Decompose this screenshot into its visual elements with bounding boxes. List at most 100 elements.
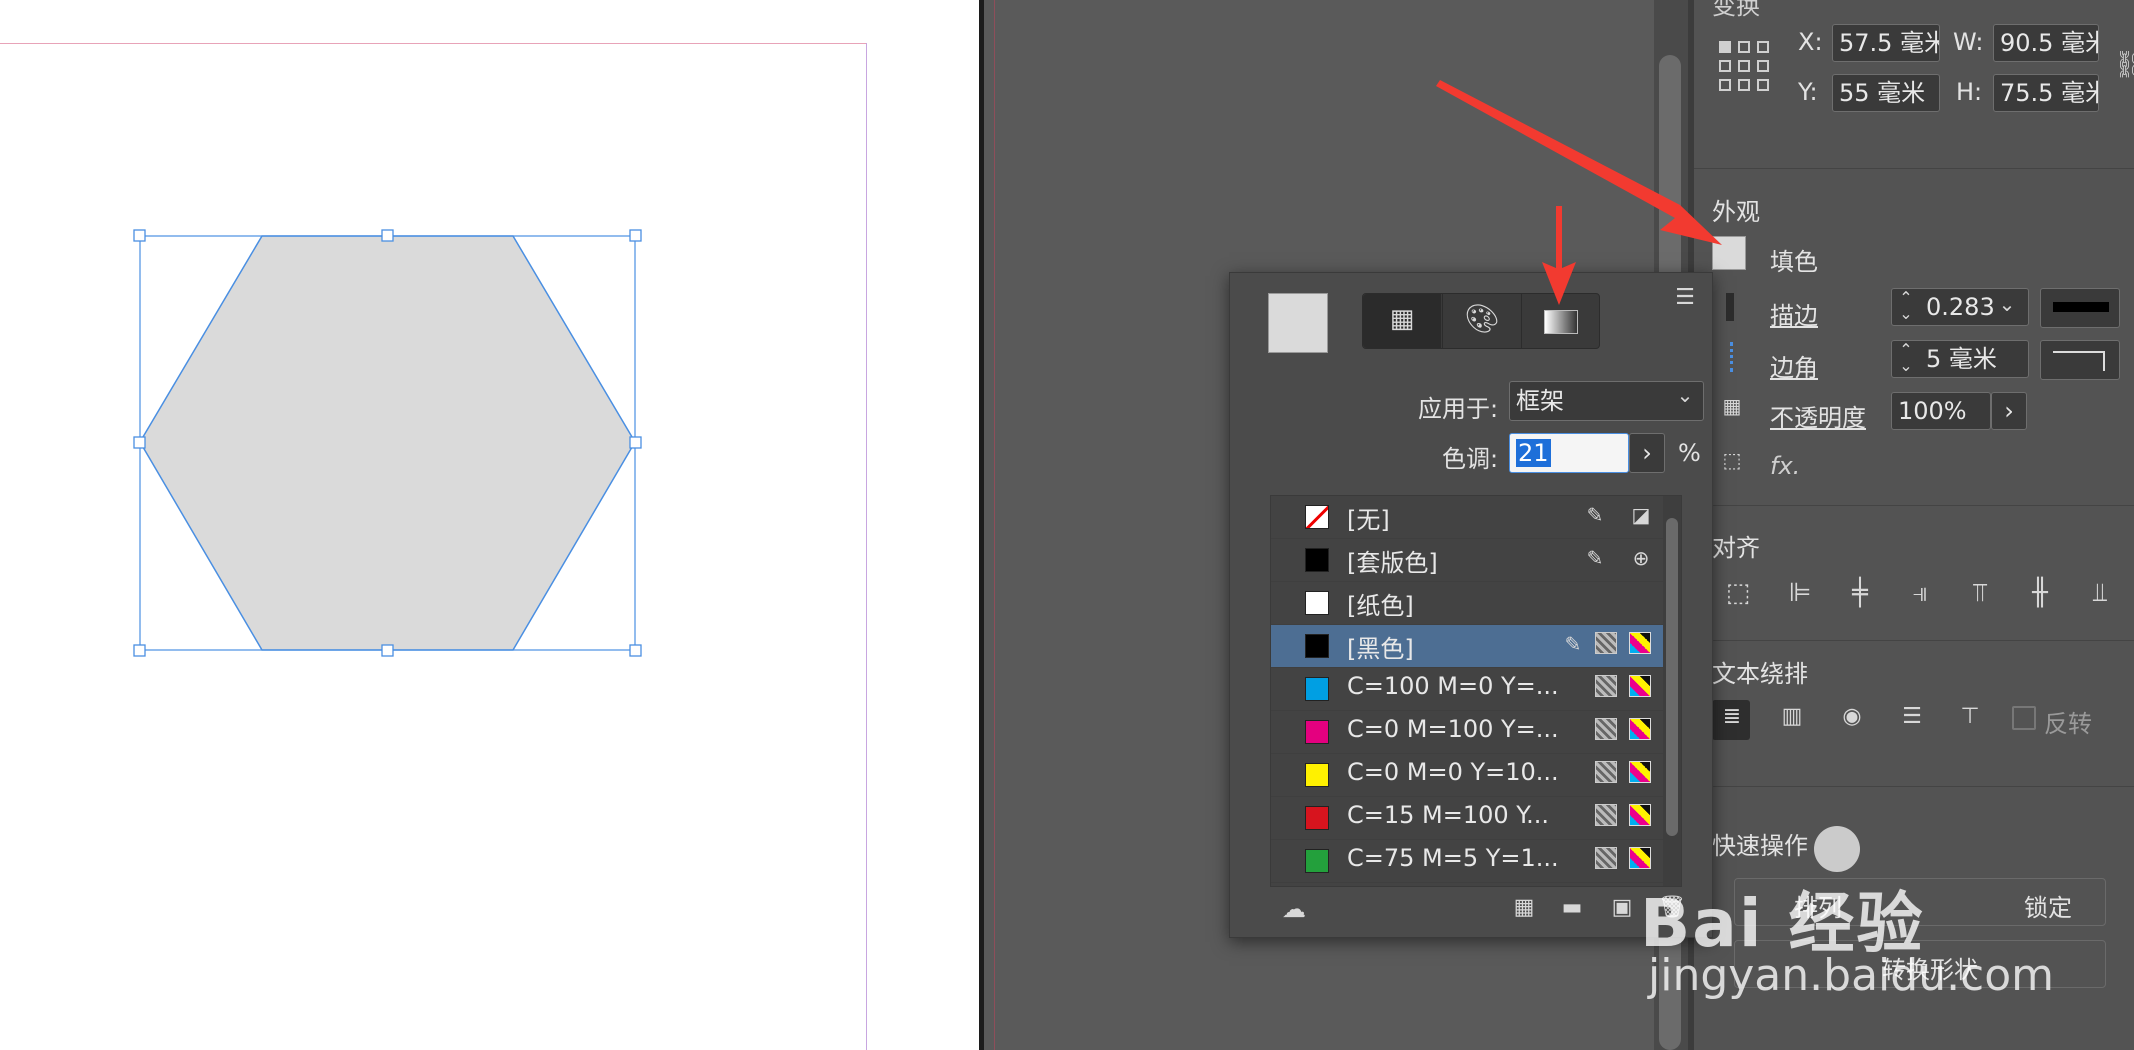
tint-field[interactable]: 21 — [1509, 433, 1629, 473]
swatch-row-cyan[interactable]: C=100 M=0 Y=... — [1271, 668, 1671, 711]
corner-label[interactable]: 边角 — [1770, 348, 1818, 383]
constrain-proportions-icon[interactable]: ⛓ — [2114, 50, 2134, 80]
gradient-tab[interactable] — [1521, 294, 1600, 348]
swatch-name: C=0 M=100 Y=... — [1347, 715, 1559, 743]
tint-label: 色调: — [1442, 445, 1499, 473]
jump-object-icon[interactable]: ☰ — [1896, 704, 1928, 729]
opacity-label[interactable]: 不透明度 — [1770, 398, 1866, 433]
swatch-row-green[interactable]: C=75 M=5 Y=1... — [1271, 840, 1671, 883]
align-bottom-icon[interactable]: ⫫ — [2084, 578, 2116, 609]
registration-swatch-chip — [1305, 548, 1329, 572]
show-swatch-views-icon[interactable]: ▦ — [1508, 895, 1540, 920]
transform-section-title: 变换 — [1712, 0, 1760, 20]
align-to-selection-icon[interactable]: ⬚ — [1722, 578, 1754, 608]
hexagon-frame[interactable] — [0, 0, 979, 1050]
baidu-watermark-url: jingyan.baidu.com — [1648, 950, 2055, 1001]
fx-label[interactable]: fx. — [1770, 452, 1800, 480]
swatches-tab[interactable]: ▦ — [1363, 294, 1441, 348]
swatch-name: C=0 M=0 Y=10... — [1347, 758, 1559, 786]
object-effects-icon[interactable]: ⬚ — [1722, 448, 1742, 472]
invert-checkbox[interactable] — [2012, 706, 2036, 730]
swatch-row-magenta[interactable]: C=0 M=100 Y=... — [1271, 711, 1671, 754]
fill-swatch[interactable] — [1712, 236, 1746, 270]
stroke-type-dropdown[interactable] — [2040, 288, 2120, 328]
new-color-group-icon[interactable]: ▬ — [1556, 895, 1588, 920]
swatch-row-yellow[interactable]: C=0 M=0 Y=10... — [1271, 754, 1671, 797]
h-field[interactable]: 75.5 毫米 — [1993, 74, 2099, 112]
cmyk-icon — [1629, 675, 1651, 697]
panel-menu-icon[interactable]: ☰ — [1670, 285, 1700, 310]
chevron-down-icon[interactable]: ⌄ — [1670, 383, 1700, 407]
x-field[interactable]: 57.5 毫米 — [1832, 24, 1940, 62]
align-vertical-center-icon[interactable]: ╫ — [2024, 578, 2056, 608]
divider — [1694, 786, 2134, 787]
baidu-paw-icon — [1814, 826, 1860, 872]
process-color-icon — [1595, 804, 1617, 826]
align-right-icon[interactable]: ⫣ — [1904, 578, 1936, 609]
wrap-around-shape-icon[interactable]: ◉ — [1836, 704, 1868, 729]
cmyk-icon — [1629, 761, 1651, 783]
cc-libraries-icon[interactable]: ☁ — [1274, 895, 1314, 923]
none-color-type-icon: ◪ — [1631, 503, 1651, 527]
tint-arrow-button[interactable]: › — [1629, 433, 1665, 473]
non-editable-icon: ✎ — [1586, 546, 1604, 570]
corner-shape-dropdown[interactable] — [2040, 340, 2120, 380]
jump-to-next-column-icon[interactable]: ⊤ — [1954, 704, 1986, 729]
opacity-field[interactable]: 100% — [1891, 392, 1991, 430]
align-section-title: 对齐 — [1712, 534, 1760, 562]
palette-icon: 🎨︎ — [1464, 302, 1500, 335]
x-label: X: — [1798, 28, 1823, 56]
swatch-row-black-selected[interactable]: [黑色] ✎ — [1271, 625, 1671, 668]
wrap-around-bounding-box-icon[interactable]: ▥ — [1776, 704, 1808, 729]
process-color-icon — [1595, 632, 1617, 654]
swatch-name: C=75 M=5 Y=1... — [1347, 844, 1559, 872]
align-left-icon[interactable]: ⊫ — [1784, 578, 1816, 608]
opacity-arrow-button[interactable]: › — [1991, 392, 2027, 430]
swatch-list-scroll-thumb[interactable] — [1666, 518, 1678, 836]
swatch-list-scrollbar[interactable] — [1663, 496, 1681, 886]
corner-icon[interactable] — [1730, 342, 1741, 372]
divider — [1694, 168, 2134, 169]
align-top-icon[interactable]: ⫪ — [1964, 578, 1996, 609]
swatch-row-red[interactable]: C=15 M=100 Y... — [1271, 797, 1671, 840]
y-field[interactable]: 55 毫米 — [1832, 74, 1940, 112]
reference-point-icon[interactable] — [1718, 40, 1770, 92]
registration-icon: ⊕ — [1632, 546, 1650, 570]
w-field[interactable]: 90.5 毫米 — [1993, 24, 2099, 62]
quick-actions-section-title: 快速操作 — [1712, 832, 1808, 860]
red-swatch-chip — [1305, 806, 1329, 830]
align-horizontal-center-icon[interactable]: ╪ — [1844, 578, 1876, 608]
color-tab[interactable]: 🎨︎ — [1442, 294, 1521, 348]
stroke-label[interactable]: 描边 — [1770, 296, 1818, 331]
no-wrap-icon: ≣ — [1722, 704, 1742, 729]
non-editable-icon: ✎ — [1586, 503, 1604, 527]
fill-label: 填色 — [1770, 248, 1818, 276]
swatch-row-registration[interactable]: [套版色] ✎ ⊕ — [1271, 539, 1671, 582]
corner-size-stepper[interactable]: ⌃ ⌄ — [1892, 342, 1920, 374]
swatch-row-paper[interactable]: [纸色] — [1271, 582, 1671, 625]
swatches-popup-panel: ▦ 🎨︎ ☰ 应用于: 框架 ⌄ 色调: 21 › % [无] ✎ ◪ [套版色… — [1229, 272, 1713, 938]
stroke-icon[interactable] — [1726, 293, 1734, 321]
invert-label: 反转 — [2044, 710, 2092, 738]
process-color-icon — [1595, 847, 1617, 869]
process-color-icon — [1595, 675, 1617, 697]
chevron-down-icon[interactable]: ⌄ — [1992, 292, 2022, 316]
text-wrap-section-title: 文本绕排 — [1712, 660, 1808, 688]
swatch-name: [套版色] — [1347, 549, 1438, 577]
yellow-swatch-chip — [1305, 763, 1329, 787]
lock-button[interactable]: 锁定 — [2024, 888, 2072, 923]
bleed-guide — [994, 0, 995, 1050]
cyan-swatch-chip — [1305, 677, 1329, 701]
fill-stroke-proxy[interactable] — [1268, 293, 1328, 353]
hexagon-shape — [139, 235, 636, 651]
paper-swatch-chip — [1305, 591, 1329, 615]
divider — [1694, 640, 2134, 641]
green-swatch-chip — [1305, 849, 1329, 873]
apply-to-label: 应用于: — [1418, 395, 1499, 423]
swatch-name: [黑色] — [1347, 635, 1414, 663]
swatch-row-none[interactable]: [无] ✎ ◪ — [1271, 496, 1671, 539]
stroke-weight-stepper[interactable]: ⌃ ⌄ — [1892, 290, 1920, 322]
color-mode-tabs: ▦ 🎨︎ — [1362, 293, 1600, 349]
new-swatch-icon[interactable]: ▣ — [1606, 895, 1638, 920]
w-label: W: — [1953, 28, 1984, 56]
